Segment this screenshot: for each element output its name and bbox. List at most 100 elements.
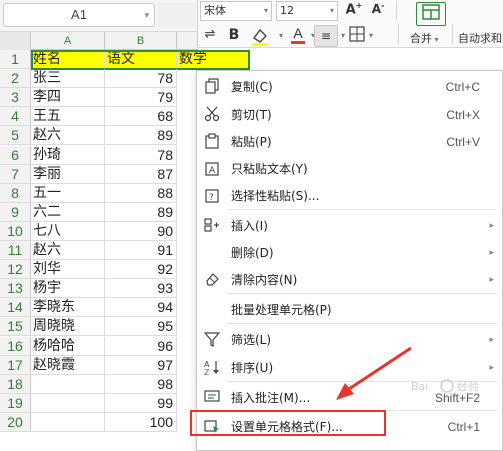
row-number[interactable]: 7 [0,164,31,184]
column-header-a[interactable]: A [31,32,105,50]
cell-name[interactable]: 七八 [31,221,105,241]
menu-item[interactable]: 筛选(L) ▸ [197,327,502,353]
cell-score[interactable]: 78 [105,69,177,89]
row-number[interactable]: 12 [0,260,31,280]
row-number[interactable]: 15 [0,317,31,337]
cell-name[interactable] [31,374,105,394]
cell-name[interactable]: 杨哈哈 [31,336,105,356]
cell-score[interactable]: 79 [105,88,177,108]
cell-name[interactable] [31,393,105,413]
cell-name[interactable]: 刘华 [31,260,105,280]
cell-score[interactable]: 96 [105,336,177,356]
cell-score[interactable]: 92 [105,260,177,280]
cell-name[interactable]: 张三 [31,69,105,89]
name-box[interactable]: A1 ▾ [3,3,155,27]
menu-item-label: 筛选(L) [231,333,272,347]
cell-score[interactable]: 99 [105,393,177,413]
cell-score[interactable]: 93 [105,279,177,299]
svg-text:?: ? [209,193,214,203]
cell-name[interactable]: 赵六 [31,241,105,261]
cell-score[interactable]: 68 [105,107,177,127]
row-number[interactable]: 1 [0,50,31,70]
autosum-button[interactable]: 自动求和 [458,30,502,46]
cell-score[interactable]: 98 [105,374,177,394]
submenu-arrow-icon: ▸ [489,335,494,345]
chevron-down-icon[interactable]: ▾ [276,26,286,46]
row-number[interactable]: 18 [0,374,31,394]
menu-item[interactable]: 复制(C) Ctrl+C [197,74,502,100]
cell-score-header[interactable]: 语文 [105,50,177,70]
cell-score[interactable]: 100 [105,412,177,432]
highlight-color-button[interactable] [248,26,274,46]
cell-score[interactable]: 95 [105,317,177,337]
chevron-down-icon[interactable]: ▾ [366,26,376,46]
font-size-select[interactable]: 12 ▾ [276,1,338,21]
row-number[interactable]: 20 [0,412,31,432]
cell-score[interactable]: 88 [105,183,177,203]
menu-item[interactable]: ? 选择性粘贴(S)... [197,183,502,209]
cell-name[interactable]: 李四 [31,88,105,108]
font-color-button[interactable]: A [288,25,308,45]
menu-item-label: 插入批注(M)... [231,391,311,405]
copy-icon [203,78,221,96]
row-number[interactable]: 3 [0,88,31,108]
row-number[interactable]: 14 [0,298,31,318]
cell-name[interactable]: 孙琦 [31,145,105,165]
menu-item-label: 排序(U) [231,361,274,375]
cell-score[interactable]: 91 [105,241,177,261]
row-number[interactable]: 9 [0,202,31,222]
menu-item[interactable]: 粘贴(P) Ctrl+V [197,129,502,155]
column-header-b[interactable]: B [105,32,177,50]
toolbar-divider [398,24,399,44]
chevron-down-icon[interactable]: ▾ [144,4,149,26]
cell-name[interactable]: 赵六 [31,126,105,146]
cell-name[interactable]: 五一 [31,183,105,203]
row-number[interactable]: 17 [0,355,31,375]
column-header-c[interactable] [177,32,197,50]
borders-icon[interactable] [348,26,366,46]
cell-name[interactable]: 周晓晓 [31,317,105,337]
row-number[interactable]: 5 [0,126,31,146]
row-number[interactable]: 6 [0,145,31,165]
cell-name[interactable]: 赵晓霞 [31,355,105,375]
cell-name[interactable]: 六二 [31,202,105,222]
row-number[interactable]: 19 [0,393,31,413]
row-number[interactable]: 13 [0,279,31,299]
menu-item[interactable]: 批量处理单元格(P) [197,297,502,323]
cell-name[interactable]: 杨宇 [31,279,105,299]
row-number[interactable]: 16 [0,336,31,356]
select-all-corner[interactable] [0,32,31,50]
row-number[interactable]: 11 [0,241,31,261]
cell-score[interactable]: 78 [105,145,177,165]
row-number[interactable]: 2 [0,69,31,89]
menu-item[interactable]: 剪切(T) Ctrl+X [197,102,502,128]
cell-score[interactable]: 97 [105,355,177,375]
cell-name[interactable]: 李丽 [31,164,105,184]
cell-score[interactable]: 94 [105,298,177,318]
bold-button[interactable]: B [226,27,242,43]
menu-item[interactable]: 插入(I) ▸ [197,213,502,239]
merge-button[interactable]: 合并 ▾ [410,30,439,46]
cell-math-header[interactable]: 数学 [177,50,250,70]
menu-item[interactable]: A 只粘贴文本(Y) [197,156,502,182]
wrap-text-icon[interactable]: ⇌ [201,27,219,42]
cell-name[interactable]: 王五 [31,107,105,127]
row-number[interactable]: 10 [0,221,31,241]
increase-font-icon[interactable]: A+ [344,1,364,17]
cell-score[interactable]: 87 [105,164,177,184]
cell-name-header[interactable]: 姓名 [31,50,105,70]
align-center-button[interactable]: ≡ [314,25,338,47]
cell-name[interactable] [31,412,105,432]
cell-score[interactable]: 89 [105,202,177,222]
decrease-font-icon[interactable]: A- [368,1,388,16]
chevron-down-icon[interactable]: ▾ [338,26,348,46]
cell-name[interactable]: 李晓东 [31,298,105,318]
cell-score[interactable]: 89 [105,126,177,146]
font-name-select[interactable]: 宋体 ▾ [200,1,272,21]
row-number[interactable]: 4 [0,107,31,127]
cell-score[interactable]: 90 [105,221,177,241]
table-style-icon[interactable] [416,2,446,26]
menu-item[interactable]: 清除内容(N) ▸ [197,267,502,293]
row-number[interactable]: 8 [0,183,31,203]
menu-item[interactable]: 删除(D) ▸ [197,240,502,266]
